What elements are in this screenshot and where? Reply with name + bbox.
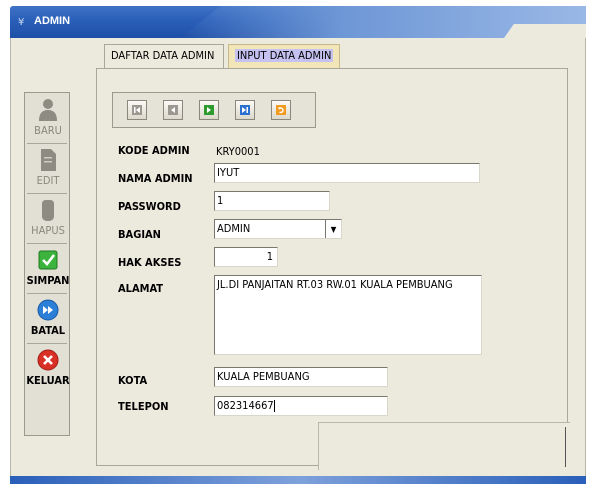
- window-title: ADMIN: [34, 15, 71, 27]
- password-input[interactable]: 1: [214, 191, 330, 211]
- telepon-label: TELEPON: [118, 400, 169, 413]
- edit-button[interactable]: EDIT: [25, 145, 71, 187]
- person-icon: [39, 99, 57, 121]
- skip-first-icon: [132, 105, 142, 115]
- title-bar-notch: [504, 24, 586, 38]
- alamat-label: ALAMAT: [118, 282, 164, 295]
- tab-daftar-label: DAFTAR DATA ADMIN: [111, 49, 215, 62]
- status-panel: [318, 422, 570, 470]
- bagian-select[interactable]: ADMIN ▼: [214, 219, 342, 239]
- edit-label: EDIT: [36, 174, 60, 187]
- bagian-label: BAGIAN: [118, 228, 161, 241]
- document-icon: [41, 149, 56, 171]
- hapus-label: HAPUS: [31, 224, 65, 237]
- nama-admin-label: NAMA ADMIN: [118, 172, 193, 185]
- close-icon: [37, 349, 59, 371]
- baru-button[interactable]: BARU: [25, 95, 71, 137]
- kode-admin-value: KRY0001: [216, 145, 260, 158]
- record-navigator: [112, 92, 316, 128]
- hak-akses-label: HAK AKSES: [118, 256, 182, 269]
- keluar-button[interactable]: KELUAR: [25, 345, 71, 387]
- hand-icon: [42, 200, 54, 221]
- window-bottom-border: [10, 476, 586, 484]
- sidebar-divider: [27, 293, 67, 294]
- kota-label: KOTA: [118, 374, 148, 387]
- simpan-label: SIMPAN: [26, 274, 70, 287]
- batal-label: BATAL: [30, 324, 66, 337]
- text-cursor: [273, 400, 275, 412]
- tab-daftar-data-admin[interactable]: DAFTAR DATA ADMIN: [104, 44, 224, 68]
- kode-admin-label: KODE ADMIN: [118, 144, 190, 157]
- hapus-button[interactable]: HAPUS: [25, 195, 71, 237]
- previous-icon: [168, 105, 178, 115]
- action-sidebar: BARU EDIT HAPUS SIMPAN BATAL KELUAR: [24, 92, 70, 436]
- last-record-button[interactable]: [235, 100, 255, 120]
- previous-record-button[interactable]: [163, 100, 183, 120]
- sidebar-divider: [27, 243, 67, 244]
- skip-last-icon: [240, 105, 250, 115]
- first-record-button[interactable]: [127, 100, 147, 120]
- chevron-down-icon[interactable]: ▼: [325, 220, 341, 238]
- nama-admin-input[interactable]: IYUT: [214, 163, 480, 183]
- checkmark-icon: [38, 250, 58, 270]
- sidebar-divider: [27, 143, 67, 144]
- batal-button[interactable]: BATAL: [25, 295, 71, 337]
- tab-input-data-admin[interactable]: INPUT DATA ADMIN: [228, 44, 340, 68]
- simpan-button[interactable]: SIMPAN: [25, 245, 71, 287]
- next-icon: [204, 105, 214, 115]
- status-divider: [565, 427, 566, 467]
- minimize-chevron-icon[interactable]: ¥: [18, 17, 24, 28]
- next-record-button[interactable]: [199, 100, 219, 120]
- refresh-icon: [276, 105, 286, 115]
- fast-forward-icon: [37, 299, 59, 321]
- bagian-selected-value: ADMIN: [217, 222, 251, 235]
- hak-akses-input[interactable]: 1: [214, 247, 278, 267]
- telepon-value: 082314667: [217, 399, 274, 412]
- telepon-input[interactable]: 082314667: [214, 396, 388, 416]
- kota-input[interactable]: KUALA PEMBUANG: [214, 367, 388, 387]
- sidebar-divider: [27, 193, 67, 194]
- baru-label: BARU: [34, 124, 62, 137]
- alamat-textarea[interactable]: JL.DI PANJAITAN RT.03 RW.01 KUALA PEMBUA…: [214, 275, 482, 355]
- keluar-label: KELUAR: [26, 374, 70, 387]
- sidebar-divider: [27, 343, 67, 344]
- refresh-button[interactable]: [271, 100, 291, 120]
- tab-input-label: INPUT DATA ADMIN: [235, 49, 334, 62]
- password-label: PASSWORD: [118, 200, 181, 213]
- title-bar[interactable]: ¥ ADMIN: [10, 6, 586, 38]
